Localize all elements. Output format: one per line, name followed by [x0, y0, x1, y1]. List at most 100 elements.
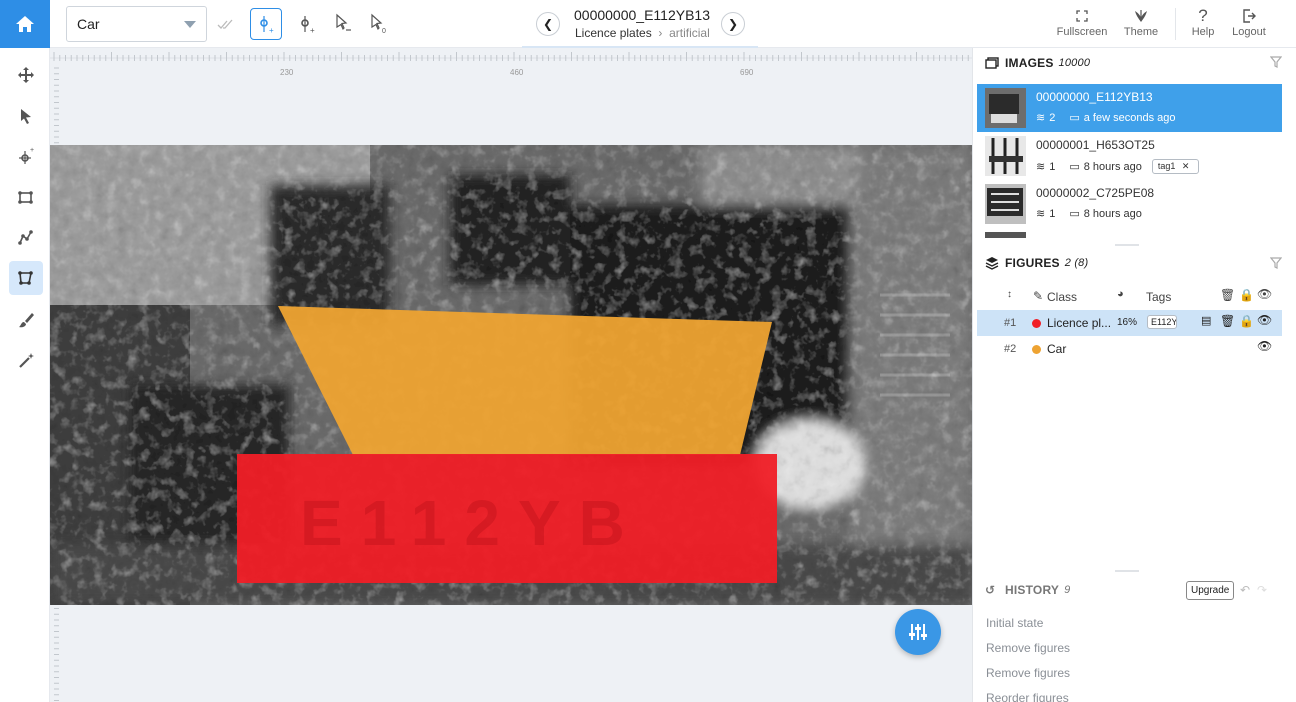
canvas[interactable]: 230 460 690 E112YB: [50, 48, 972, 702]
divider: [1175, 8, 1176, 40]
breadcrumb-project[interactable]: Licence plates: [575, 26, 652, 40]
theme-label: Theme: [1123, 26, 1159, 38]
figure-row[interactable]: #2 Car 👁: [977, 336, 1282, 362]
resize-handle[interactable]: [1115, 244, 1139, 246]
home-icon: [16, 16, 34, 32]
plate-text-watermark: E112YB: [300, 487, 643, 559]
history-item[interactable]: Initial state: [986, 616, 1043, 630]
polygon-tool[interactable]: [9, 261, 43, 295]
rectangle-tool[interactable]: [9, 180, 43, 214]
image-thumbnail: [985, 88, 1026, 128]
calendar-icon: ▭: [1069, 161, 1080, 173]
tag-chip[interactable]: tag1 ✕: [1151, 159, 1200, 174]
sliders-icon: [909, 624, 927, 640]
undo-icon[interactable]: ↶: [1240, 583, 1250, 597]
class-select-value: Car: [77, 16, 100, 32]
polyline-icon: [18, 230, 33, 245]
eye-icon[interactable]: 👁: [1257, 287, 1272, 301]
figure-number: #2: [1004, 343, 1017, 355]
ruler-label: 460: [510, 68, 524, 77]
breadcrumb-dataset[interactable]: artificial: [669, 26, 710, 40]
image-title: 00000000_E112YB13: [574, 7, 710, 23]
lock-icon[interactable]: 🔒: [1239, 314, 1254, 328]
polyline-tool[interactable]: [9, 220, 43, 254]
image-time: a few seconds ago: [1083, 111, 1176, 124]
resize-handle[interactable]: [1115, 570, 1139, 572]
filter-icon[interactable]: [1270, 257, 1282, 269]
fullscreen-icon: [1054, 6, 1110, 26]
add-point-icon: +: [260, 16, 274, 35]
eye-icon[interactable]: 👁: [1257, 339, 1272, 353]
left-toolbar: +: [0, 48, 50, 702]
history-item[interactable]: Remove figures: [986, 641, 1070, 655]
point-tool[interactable]: +: [9, 139, 43, 173]
filter-icon[interactable]: [1270, 56, 1282, 68]
fullscreen-label: Fullscreen: [1056, 26, 1108, 38]
magic-wand-tool[interactable]: [9, 344, 43, 378]
chevron-left-icon: ❮: [542, 17, 554, 31]
svg-text:+: +: [269, 26, 274, 35]
car-annotation[interactable]: [278, 306, 772, 455]
image-list-item[interactable]: [977, 228, 1282, 238]
home-button[interactable]: [0, 0, 50, 48]
image-meta: ≋ 2 ▭ a few seconds ago: [1036, 111, 1179, 125]
add-point-button[interactable]: +: [250, 8, 282, 40]
right-panel: IMAGES 10000 00000000_E112YB13 ≋ 2 ▭ a f…: [972, 48, 1296, 702]
trash-icon[interactable]: 🗑: [1220, 288, 1235, 302]
help-label: Help: [1191, 26, 1215, 38]
theme-button[interactable]: Theme: [1121, 6, 1161, 38]
select-zero-button[interactable]: 0: [363, 8, 395, 40]
sort-icon[interactable]: ↕: [1007, 289, 1012, 300]
image-name: 00000002_C725PE08: [1036, 186, 1155, 200]
layers-icon: ≋: [1036, 161, 1046, 173]
prev-image-button[interactable]: ❮: [536, 12, 560, 36]
image-meta: ≋ 1 ▭ 8 hours ago tag1 ✕: [1036, 159, 1203, 174]
finish-button[interactable]: [210, 8, 242, 40]
figures-count: 1: [1049, 160, 1056, 173]
upgrade-button[interactable]: Upgrade: [1186, 581, 1235, 600]
add-point-alt-button[interactable]: +: [291, 8, 323, 40]
tags-column-header[interactable]: Tags: [1146, 290, 1171, 304]
brush-tool[interactable]: [9, 303, 43, 337]
image-list-item[interactable]: 00000001_H653OT25 ≋ 1 ▭ 8 hours ago tag1…: [977, 132, 1282, 180]
lock-icon[interactable]: 🔒: [1239, 288, 1254, 302]
images-count: 10000: [1058, 57, 1091, 69]
close-icon[interactable]: ✕: [1182, 161, 1190, 171]
history-item[interactable]: Reorder figures: [986, 691, 1069, 702]
logout-button[interactable]: Logout: [1230, 6, 1268, 38]
theme-icon: [1121, 6, 1161, 26]
settings-fab[interactable]: [895, 609, 941, 655]
add-vertex-icon: +: [301, 16, 315, 35]
move-tool[interactable]: [9, 58, 43, 92]
trash-icon[interactable]: 🗑: [1220, 314, 1235, 328]
check-double-icon: [217, 19, 233, 29]
help-button[interactable]: ? Help: [1188, 6, 1218, 38]
image-list-item[interactable]: 00000000_E112YB13 ≋ 2 ▭ a few seconds ag…: [977, 84, 1282, 132]
cursor-icon: [21, 109, 31, 124]
eye-icon[interactable]: 👁: [1257, 313, 1272, 327]
calendar-icon: ▭: [1069, 208, 1080, 220]
image-list-item[interactable]: 00000002_C725PE08 ≋ 1 ▭ 8 hours ago: [977, 180, 1282, 228]
document-icon[interactable]: ▤: [1201, 314, 1211, 327]
magic-wand-icon: [19, 353, 34, 368]
brush-icon: [19, 313, 34, 328]
figure-tag[interactable]: E112Y: [1147, 315, 1177, 329]
class-select[interactable]: Car: [66, 6, 207, 42]
image-canvas[interactable]: E112YB: [50, 145, 972, 605]
figures-table-header: ↕ ✎ Class ◕ Tags 🗑 🔒 👁: [977, 285, 1282, 307]
next-image-button[interactable]: ❯: [721, 12, 745, 36]
figure-row[interactable]: #1 Licence pl... 16% E112Y ▤ 🗑 🔒 👁: [977, 310, 1282, 336]
fullscreen-button[interactable]: Fullscreen: [1054, 6, 1110, 38]
redo-icon[interactable]: ↷: [1257, 583, 1267, 597]
select-tool[interactable]: [9, 99, 43, 133]
figure-area: 16%: [1117, 317, 1138, 328]
layers-icon: ≋: [1036, 112, 1046, 124]
class-color-dot: [1032, 345, 1041, 354]
class-column-header[interactable]: Class: [1047, 290, 1077, 304]
image-thumbnail: [985, 184, 1026, 224]
history-item[interactable]: Remove figures: [986, 666, 1070, 680]
history-title: HISTORY: [1005, 583, 1060, 597]
images-header: IMAGES 10000: [973, 48, 1283, 78]
remove-point-button[interactable]: [328, 8, 360, 40]
image-name: 00000000_E112YB13: [1036, 90, 1153, 104]
